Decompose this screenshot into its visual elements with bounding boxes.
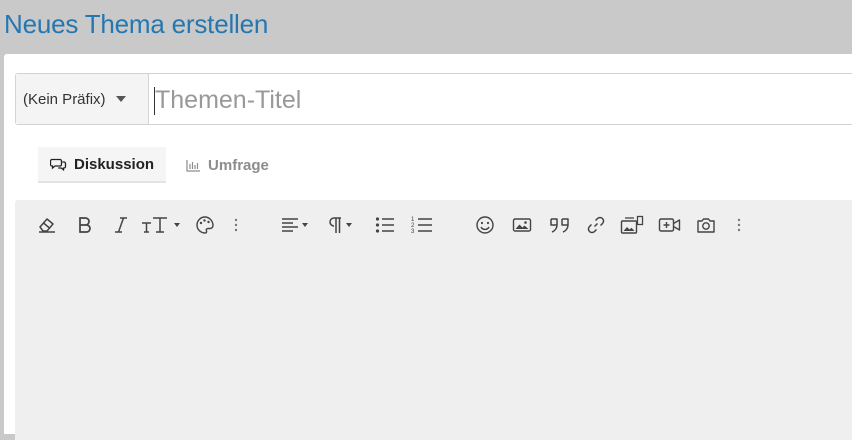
text-size-button[interactable] [141,214,180,236]
italic-button[interactable] [114,214,128,236]
chevron-down-icon [115,96,126,102]
page-title: Neues Thema erstellen [4,9,269,39]
svg-text:3: 3 [411,229,415,235]
clear-formatting-icon [39,218,55,233]
text-cursor [154,87,155,115]
camera-button[interactable] [696,214,716,236]
prefix-select[interactable]: (Kein Präfix) [16,74,149,124]
media-gallery-button[interactable] [620,214,644,236]
tab-discussion-label: Diskussion [74,155,155,173]
text-color-button[interactable] [195,214,215,236]
camera-icon [697,218,715,233]
video-button[interactable] [658,214,682,236]
more-options-button-2[interactable] [736,214,742,236]
chat-icon [50,158,67,171]
message-editor[interactable]: 1 2 3 [15,200,852,440]
text-color-icon [196,216,214,234]
text-size-caret [174,223,180,227]
tab-poll-label: Umfrage [208,156,269,174]
bar-chart-icon [186,159,201,172]
title-row: (Kein Präfix) [15,73,852,126]
image-button[interactable] [512,214,532,236]
smiley-icon [476,216,494,234]
paragraph-caret [346,223,352,227]
bold-icon [79,217,91,233]
media-gallery-icon [620,215,644,234]
clear-formatting-button[interactable] [37,214,57,236]
text-size-icon [142,217,167,233]
paragraph-button[interactable] [327,214,352,236]
quote-button[interactable] [548,214,572,236]
thread-title-input[interactable] [149,74,852,126]
align-icon [282,218,298,232]
image-icon [512,218,532,232]
align-caret [302,223,308,227]
video-icon [658,218,681,232]
more-options-button[interactable] [233,214,239,236]
tab-discussion[interactable]: Diskussion [38,147,167,183]
link-button[interactable] [586,214,606,236]
bulleted-list-icon [375,217,394,233]
new-thread-form: (Kein Präfix) Diskussion Umfrage [4,54,852,440]
paragraph-icon [329,217,341,233]
link-icon [587,216,605,234]
numbered-list-icon: 1 2 3 [411,217,432,235]
editor-toolbar: 1 2 3 [15,200,852,250]
numbered-list-button[interactable]: 1 2 3 [411,214,433,236]
thread-type-tabs: Diskussion Umfrage [38,147,281,183]
italic-icon [115,217,127,233]
bold-button[interactable] [77,214,93,236]
align-button[interactable] [281,214,308,236]
quote-icon [550,218,569,233]
more-vertical-icon [737,218,741,232]
bulleted-list-button[interactable] [375,214,395,236]
tab-poll[interactable]: Umfrage [174,147,281,183]
smiley-button[interactable] [475,214,495,236]
more-vertical-icon [234,218,238,232]
prefix-select-value: (Kein Präfix) [23,90,106,108]
